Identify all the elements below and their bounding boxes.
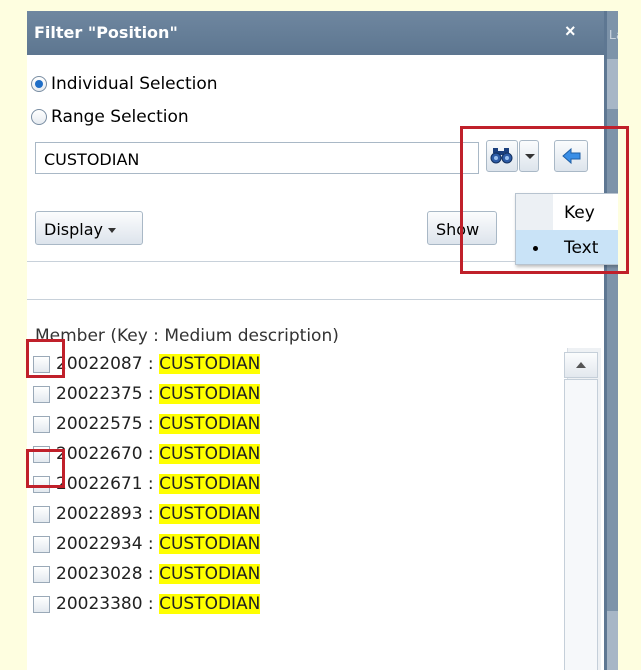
key-separator: : [142, 354, 160, 374]
menu-item-key[interactable]: Key [516, 195, 618, 229]
divider-bottom [27, 299, 604, 300]
show-button[interactable]: Show [427, 211, 497, 245]
menu-item-label: Text [564, 238, 599, 258]
member-key: 20022670 [56, 444, 143, 464]
key-separator: : [142, 384, 160, 404]
member-checkbox[interactable] [33, 445, 50, 463]
range-selection-option[interactable]: Range Selection [31, 106, 189, 128]
list-item[interactable]: 20022375 : CUSTODIAN [33, 379, 573, 409]
key-separator: : [142, 474, 160, 494]
member-list: 20022087 : CUSTODIAN 20022375 : CUSTODIA… [27, 347, 604, 670]
close-icon[interactable]: × [565, 21, 576, 42]
individual-selection-option[interactable]: Individual Selection [31, 73, 218, 95]
list-item[interactable]: 20022893 : CUSTODIAN [33, 499, 573, 529]
chevron-down-icon [525, 154, 535, 159]
member-checkbox[interactable] [33, 595, 50, 613]
member-checkbox[interactable] [33, 565, 50, 583]
dialog-titlebar: Filter "Position" × [27, 11, 604, 55]
find-button[interactable] [486, 140, 518, 172]
member-description: CUSTODIAN [159, 534, 261, 554]
member-checkbox[interactable] [33, 385, 50, 403]
list-item[interactable]: 20022934 : CUSTODIAN [33, 529, 573, 559]
member-checkbox[interactable] [33, 535, 50, 553]
strip-block-bottom [607, 611, 618, 670]
member-key: 20022893 [56, 504, 143, 524]
member-key: 20022934 [56, 534, 143, 554]
background-panel-label: La [609, 27, 618, 42]
selected-bullet-icon [533, 246, 538, 251]
list-column-header: Member (Key : Medium description) [35, 326, 339, 346]
member-key: 20022375 [56, 384, 143, 404]
filter-dialog: Filter "Position" × La Individual Select… [27, 11, 618, 670]
list-item[interactable]: 20022575 : CUSTODIAN [33, 409, 573, 439]
member-description: CUSTODIAN [159, 414, 261, 434]
member-key: 20022671 [56, 474, 143, 494]
arrow-left-icon [562, 147, 581, 165]
key-separator: : [142, 594, 160, 614]
member-checkbox[interactable] [33, 355, 50, 373]
list-item[interactable]: 20022087 : CUSTODIAN [33, 349, 573, 379]
individual-selection-label: Individual Selection [51, 74, 218, 94]
member-description: CUSTODIAN [159, 444, 261, 464]
chevron-down-icon [107, 228, 116, 233]
list-item[interactable]: 20022670 : CUSTODIAN [33, 439, 573, 469]
key-separator: : [142, 414, 160, 434]
menu-item-label: Key [564, 203, 595, 223]
search-mode-menu: Key Text [515, 193, 618, 265]
search-input[interactable]: CUSTODIAN [35, 142, 479, 174]
display-button[interactable]: Display [35, 211, 143, 245]
member-description: CUSTODIAN [159, 384, 261, 404]
member-checkbox[interactable] [33, 475, 50, 493]
key-separator: : [142, 444, 160, 464]
list-item[interactable]: 20022671 : CUSTODIAN [33, 469, 573, 499]
list-item[interactable]: 20023380 : CUSTODIAN [33, 589, 573, 619]
strip-block-top [607, 59, 618, 109]
range-selection-radio[interactable] [31, 109, 47, 125]
member-key: 20023380 [56, 594, 143, 614]
member-description: CUSTODIAN [159, 504, 261, 524]
member-key: 20023028 [56, 564, 143, 584]
key-separator: : [142, 564, 160, 584]
back-button[interactable] [554, 140, 588, 172]
member-description: CUSTODIAN [159, 564, 261, 584]
key-separator: : [142, 534, 160, 554]
list-item[interactable]: 20023028 : CUSTODIAN [33, 559, 573, 589]
member-key: 20022087 [56, 354, 143, 374]
binoculars-icon [490, 148, 513, 164]
member-description: CUSTODIAN [159, 354, 261, 374]
member-checkbox[interactable] [33, 415, 50, 433]
member-description: CUSTODIAN [159, 474, 261, 494]
member-description: CUSTODIAN [159, 594, 261, 614]
display-button-label: Display [44, 220, 103, 239]
background-panel-strip: La [604, 11, 618, 670]
show-button-label: Show [436, 220, 480, 239]
menu-item-text[interactable]: Text [516, 230, 618, 264]
strip-edge [604, 11, 607, 670]
key-separator: : [142, 504, 160, 524]
range-selection-label: Range Selection [51, 107, 189, 127]
member-key: 20022575 [56, 414, 143, 434]
dialog-title: Filter "Position" [34, 23, 178, 42]
search-mode-dropdown[interactable] [519, 140, 539, 172]
member-checkbox[interactable] [33, 505, 50, 523]
individual-selection-radio[interactable] [31, 76, 47, 92]
